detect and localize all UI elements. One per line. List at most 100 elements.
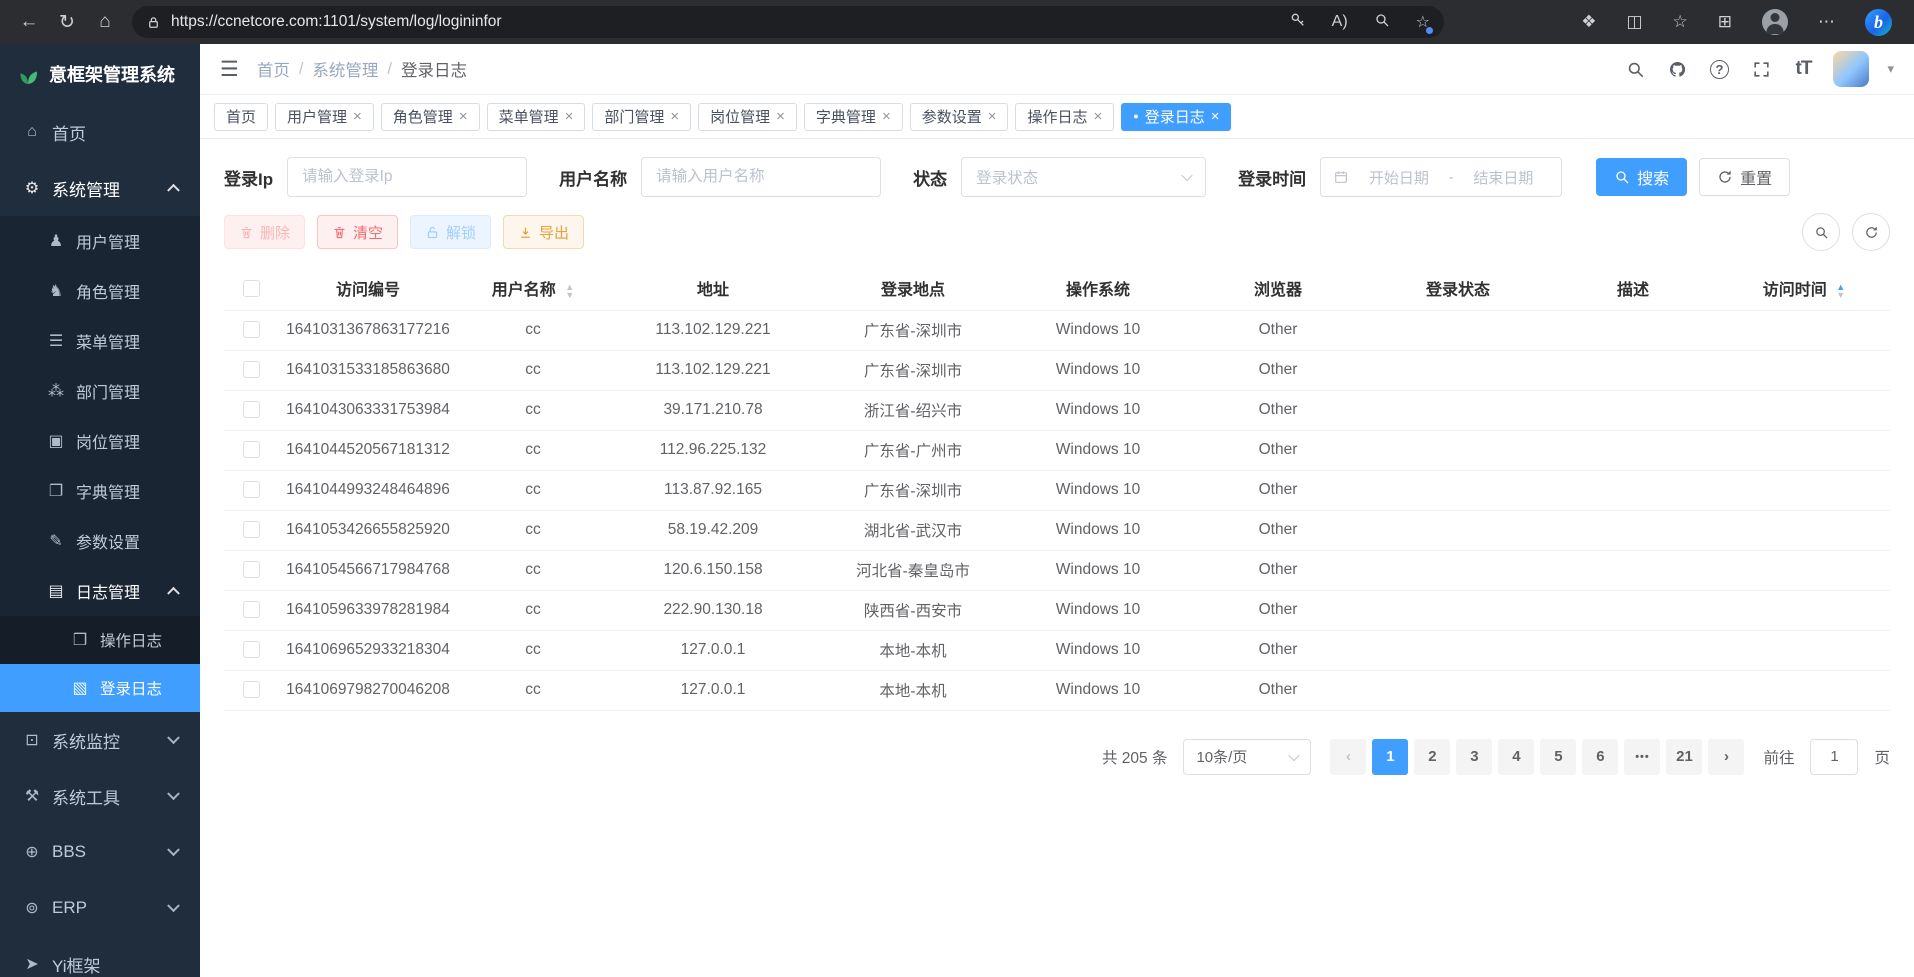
page-button[interactable]: •••	[1624, 739, 1660, 775]
sort-desc-icon[interactable]: ▼	[1836, 291, 1845, 299]
column-header[interactable]: 访问时间 ▲ ▼	[1718, 267, 1890, 310]
sidebar-item[interactable]: ⊡ 系统监控	[0, 712, 200, 768]
page-button[interactable]: 21	[1666, 739, 1702, 775]
tab-close-icon[interactable]: ×	[459, 108, 468, 125]
user-avatar[interactable]	[1833, 51, 1869, 87]
sidebar-item[interactable]: ⁂ 部门管理	[0, 366, 200, 416]
sidebar-item[interactable]: ▣ 岗位管理	[0, 416, 200, 466]
page-button[interactable]: 1	[1372, 739, 1408, 775]
extensions-icon[interactable]: ❖	[1581, 12, 1596, 32]
tab-close-icon[interactable]: ×	[670, 108, 679, 125]
row-checkbox[interactable]	[243, 441, 260, 458]
page-button[interactable]: 4	[1498, 739, 1534, 775]
sidebar-item[interactable]: ▧ 登录日志	[0, 664, 200, 712]
row-checkbox[interactable]	[243, 521, 260, 538]
login-ip-input[interactable]	[287, 157, 527, 197]
sidebar-item[interactable]: ⌂ 首页	[0, 104, 200, 160]
tab-close-icon[interactable]: ×	[565, 108, 574, 125]
table-row[interactable]: 1641054566717984768 cc 120.6.150.158 河北省…	[224, 550, 1890, 590]
read-aloud-icon[interactable]: A)	[1332, 13, 1348, 31]
column-header[interactable]: 用户名称 ▲ ▼	[458, 267, 608, 310]
table-row[interactable]: 1641043063331753984 cc 39.171.210.78 浙江省…	[224, 390, 1890, 430]
row-checkbox[interactable]	[243, 561, 260, 578]
tab-close-icon[interactable]: ×	[1211, 108, 1220, 125]
sidebar-item[interactable]: ❐ 字典管理	[0, 466, 200, 516]
status-select[interactable]: 登录状态	[961, 157, 1206, 197]
sidebar-item[interactable]: ✎ 参数设置	[0, 516, 200, 566]
refresh-page-button[interactable]: ↻	[48, 4, 86, 40]
page-button[interactable]: ›	[1708, 739, 1744, 775]
row-checkbox[interactable]	[243, 321, 260, 338]
tab[interactable]: 菜单管理 ×	[487, 103, 586, 131]
row-checkbox[interactable]	[243, 681, 260, 698]
sidebar-item[interactable]: ➤ Yi框架	[0, 936, 200, 977]
tab[interactable]: 部门管理 ×	[592, 103, 691, 131]
favorites-bar-icon[interactable]: ☆	[1673, 12, 1688, 32]
start-date-placeholder[interactable]: 开始日期	[1353, 167, 1445, 188]
page-button[interactable]: 6	[1582, 739, 1618, 775]
sidebar-item[interactable]: ♞ 角色管理	[0, 266, 200, 316]
tab-close-icon[interactable]: ×	[776, 108, 785, 125]
breadcrumb-item[interactable]: 系统管理	[312, 57, 378, 81]
browser-more-menu-icon[interactable]: ⋯	[1818, 12, 1835, 32]
table-row[interactable]: 1641069798270046208 cc 127.0.0.1 本地-本机 W…	[224, 670, 1890, 710]
tab-close-icon[interactable]: ×	[988, 108, 997, 125]
row-checkbox[interactable]	[243, 401, 260, 418]
github-icon[interactable]	[1665, 60, 1689, 79]
help-icon[interactable]: ?	[1707, 60, 1731, 79]
sidebar-item[interactable]: ⚙ 系统管理	[0, 160, 200, 216]
table-row[interactable]: 1641059633978281984 cc 222.90.130.18 陕西省…	[224, 590, 1890, 630]
table-row[interactable]: 1641069652933218304 cc 127.0.0.1 本地-本机 W…	[224, 630, 1890, 670]
row-checkbox[interactable]	[243, 361, 260, 378]
page-size-select[interactable]: 10条/页	[1183, 739, 1311, 775]
tab-close-icon[interactable]: ×	[1094, 108, 1103, 125]
toggle-search-button[interactable]	[1802, 213, 1840, 251]
tab[interactable]: 首页	[214, 103, 268, 131]
collections-icon[interactable]: ⊞	[1718, 12, 1732, 32]
column-header[interactable]: 浏览器	[1188, 267, 1368, 310]
sidebar-item[interactable]: ▤ 日志管理	[0, 566, 200, 616]
home-button[interactable]: ⌂	[86, 4, 124, 40]
font-size-icon[interactable]: tT	[1791, 58, 1815, 80]
search-button[interactable]: 搜索	[1596, 158, 1687, 196]
unlock-button[interactable]: 解锁	[410, 215, 491, 249]
end-date-placeholder[interactable]: 结束日期	[1458, 167, 1550, 188]
username-input[interactable]	[641, 157, 881, 197]
table-row[interactable]: 1641044993248464896 cc 113.87.92.165 广东省…	[224, 470, 1890, 510]
tab[interactable]: 岗位管理 ×	[698, 103, 797, 131]
page-button[interactable]: 3	[1456, 739, 1492, 775]
tab[interactable]: 字典管理 ×	[804, 103, 903, 131]
column-header[interactable]: 登录状态	[1368, 267, 1548, 310]
row-checkbox[interactable]	[243, 601, 260, 618]
favorites-star-icon[interactable]: ☆	[1416, 12, 1430, 32]
header-search-icon[interactable]	[1623, 60, 1647, 79]
sort-icons[interactable]: ▲ ▼	[565, 283, 574, 299]
sidebar-item[interactable]: ⊕ BBS	[0, 824, 200, 880]
sidebar-collapse-icon[interactable]: ☰	[220, 57, 239, 82]
select-all-checkbox[interactable]	[243, 280, 260, 297]
tab[interactable]: 用户管理 ×	[275, 103, 374, 131]
fullscreen-icon[interactable]	[1749, 60, 1773, 79]
export-button[interactable]: 导出	[503, 215, 584, 249]
tab[interactable]: ● 登录日志 ×	[1121, 103, 1231, 131]
sidebar-item[interactable]: ❒ 操作日志	[0, 616, 200, 664]
table-row[interactable]: 1641044520567181312 cc 112.96.225.132 广东…	[224, 430, 1890, 470]
sidebar-item[interactable]: ⊚ ERP	[0, 880, 200, 936]
login-time-range-picker[interactable]: 开始日期 - 结束日期	[1320, 157, 1562, 197]
column-header[interactable]: 登录地点	[818, 267, 1008, 310]
table-row[interactable]: 1641053426655825920 cc 58.19.42.209 湖北省-…	[224, 510, 1890, 550]
tab[interactable]: 操作日志 ×	[1015, 103, 1114, 131]
copilot-icon[interactable]: b	[1865, 9, 1892, 36]
url-text[interactable]: https://ccnetcore.com:1101/system/log/lo…	[171, 13, 1290, 31]
column-header[interactable]: 地址	[608, 267, 818, 310]
breadcrumb-item[interactable]: 首页	[257, 57, 290, 81]
sidebar-item[interactable]: ⚒ 系统工具	[0, 768, 200, 824]
sidebar-item[interactable]: ☰ 菜单管理	[0, 316, 200, 366]
back-button[interactable]: ←	[10, 4, 48, 40]
sidebar-item[interactable]: ♟ 用户管理	[0, 216, 200, 266]
refresh-table-button[interactable]	[1852, 213, 1890, 251]
tab[interactable]: 参数设置 ×	[910, 103, 1009, 131]
page-button[interactable]: 5	[1540, 739, 1576, 775]
goto-page-input[interactable]	[1810, 739, 1858, 775]
browser-profile-avatar[interactable]	[1762, 9, 1788, 35]
